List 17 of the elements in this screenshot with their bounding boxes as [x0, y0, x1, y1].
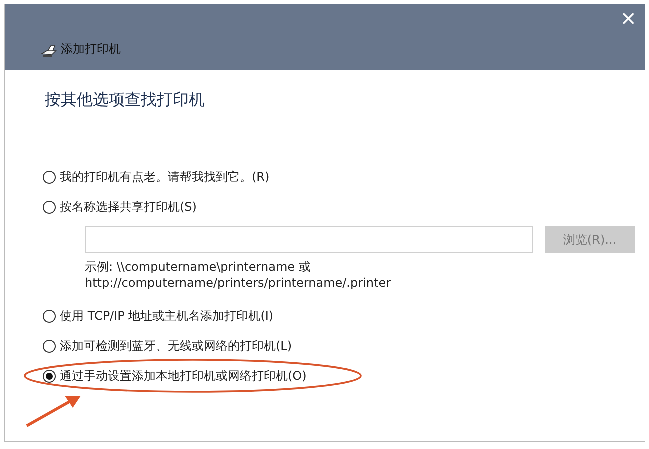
- close-button[interactable]: ×: [620, 8, 637, 28]
- arrow-drawing: [26, 396, 81, 428]
- radio-button[interactable]: [43, 170, 56, 184]
- radio-option[interactable]: 我的打印机有点老。请帮我找到它。(R): [43, 168, 270, 186]
- printer-name-field[interactable]: [85, 226, 533, 253]
- radio-option[interactable]: 通过手动设置添加本地打印机或网络打印机(O): [43, 367, 307, 385]
- radio-option[interactable]: 使用 TCP/IP 地址或主机名添加打印机(I): [43, 307, 274, 325]
- radio-button[interactable]: [43, 310, 56, 322]
- radio-option[interactable]: 添加可检测到蓝牙、无线或网络的打印机(L): [43, 337, 292, 355]
- printer-icon: [41, 44, 57, 58]
- radio-button[interactable]: [43, 370, 56, 382]
- radio-option[interactable]: 按名称选择共享打印机(S): [43, 198, 197, 216]
- example-text: 示例: \\computername\printername 或 http://computername/printers/printername/.printer: [85, 259, 392, 291]
- radio-button[interactable]: [43, 200, 56, 214]
- page-heading: 按其他选项查找打印机: [45, 89, 206, 111]
- window-title: 添加打印机: [61, 41, 121, 58]
- radio-button[interactable]: [43, 340, 56, 352]
